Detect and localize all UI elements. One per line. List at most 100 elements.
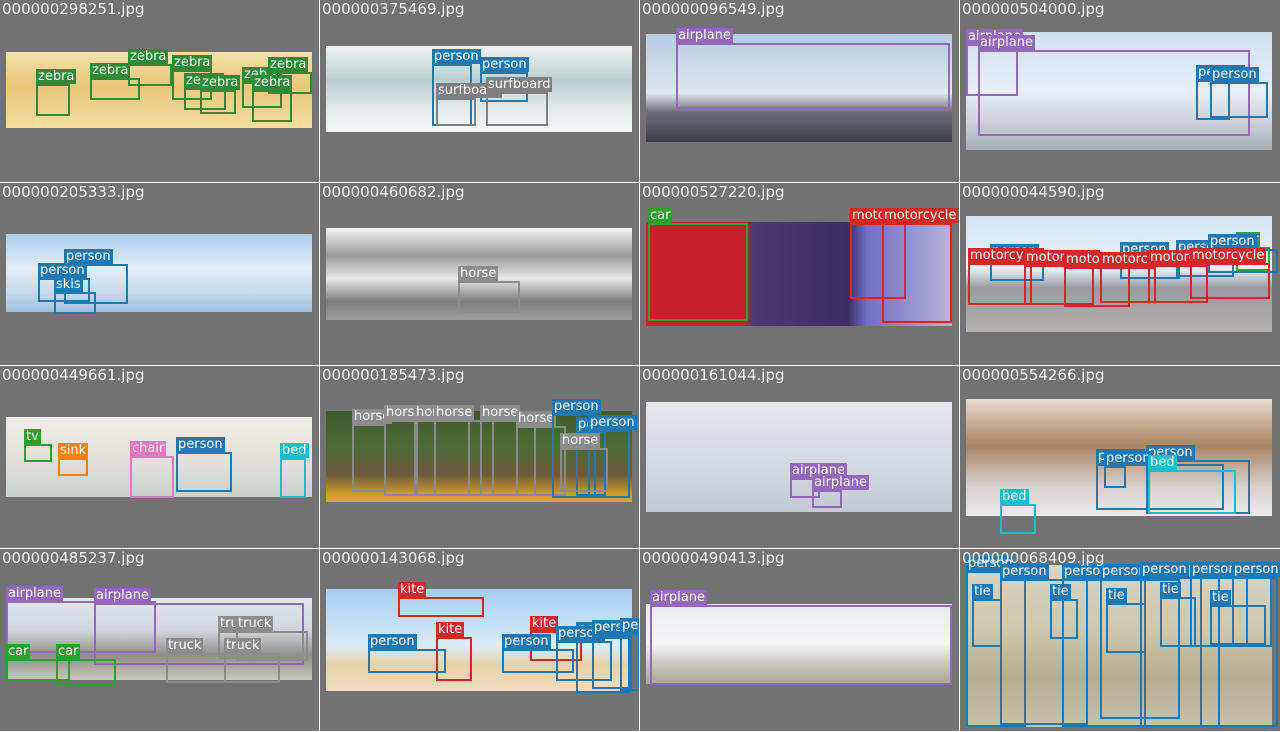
detection-label-airplane: airplane (94, 588, 151, 603)
detection-box-chair (130, 456, 174, 498)
detection-label-person: person (1208, 234, 1257, 249)
detection-label-kite: kite (436, 622, 465, 637)
detection-box-tie (1050, 599, 1078, 639)
mosaic-tile: airplane 000000490413.jpg (640, 549, 959, 731)
detection-label-car: car (6, 644, 31, 659)
detection-box-person (620, 633, 639, 691)
tile-filename: 000000143068.jpg (322, 549, 465, 567)
detection-box-tie (1210, 605, 1266, 645)
detection-box-bed (1148, 470, 1236, 514)
detection-box-airplane (650, 605, 952, 685)
detection-label-person: person (588, 415, 637, 430)
mosaic-tile: carmotorcyclemotorcycle000000527220.jpg (640, 183, 959, 365)
detection-label-skis: skis (54, 277, 83, 292)
detection-box-tie (1160, 597, 1196, 647)
detection-label-surfboard: surfboard (486, 77, 553, 92)
detection-label-bed: bed (1148, 455, 1177, 470)
detection-box-sink (58, 458, 88, 476)
tile-filename: 000000298251.jpg (2, 0, 145, 18)
tile-filename: 000000044590.jpg (962, 183, 1105, 201)
detection-label-person: person (1104, 451, 1153, 466)
mosaic-tile: personpersonpersonbedbed000000554266.jpg (960, 366, 1280, 548)
detection-label-tv: tv (24, 429, 41, 444)
detection-box-car (648, 223, 748, 321)
tile-filename: 000000460682.jpg (322, 183, 465, 201)
detection-label-tie: tie (1160, 582, 1181, 597)
detection-box-car (56, 659, 116, 685)
detection-label-kite: kite (398, 582, 427, 597)
detection-label-motorcycle: motorcycle (882, 208, 959, 223)
mosaic-tile: zebrazebrazebrazebrazebrazebrazebrazebra… (0, 0, 319, 182)
detection-label-zebra: zebra (200, 75, 241, 90)
detection-label-person: person (176, 437, 225, 452)
detection-box-person (176, 452, 232, 492)
tile-filename: 000000449661.jpg (2, 366, 145, 384)
tile-filename: 000000490413.jpg (642, 549, 785, 567)
mosaic-tile: kitekitekitepersonpersonpersonpersonpers… (320, 549, 639, 731)
detection-label-person: person (368, 634, 417, 649)
detection-box-truck (236, 631, 308, 661)
detection-label-person: person (1140, 562, 1189, 577)
detection-label-person: person (64, 249, 113, 264)
detection-box-person (1104, 466, 1126, 488)
mosaic-tile: airplane 000000096549.jpg (640, 0, 959, 182)
detection-box-motorcycle (968, 263, 1032, 305)
detection-box-tv (24, 444, 52, 462)
detection-box-zebra (252, 90, 292, 122)
tile-filename: 000000527220.jpg (642, 183, 785, 201)
detection-label-tie: tie (1210, 590, 1231, 605)
mosaic-tile: airplaneairplanepersonperson000000504000… (960, 0, 1280, 182)
detection-label-airplane: airplane (812, 475, 869, 490)
mosaic-tile: airplaneairplanetruckcarcartrucktrucktru… (0, 549, 319, 731)
detection-label-bed: bed (1000, 489, 1029, 504)
detection-box-horse (352, 424, 386, 492)
tile-filename: 000000554266.jpg (962, 366, 1105, 384)
detection-label-horse: horse (480, 405, 521, 420)
detection-label-zebra: zebra (36, 69, 77, 84)
detection-box-horse (560, 448, 608, 492)
detection-label-zebra: zebra (268, 57, 309, 72)
detection-box-zebra (36, 84, 70, 116)
mosaic-tile: person person surfboard surfboard 0000003754… (320, 0, 639, 182)
tile-filename: 000000485237.jpg (2, 549, 145, 567)
detection-label-zebra: zebra (172, 55, 213, 70)
detection-box-tie (972, 599, 1002, 647)
detection-box-horse (384, 420, 418, 496)
tile-filename: 000000205333.jpg (2, 183, 145, 201)
detection-label-horse: horse (516, 411, 557, 426)
tile-filename: 000000375469.jpg (322, 0, 465, 18)
detection-box-person (1210, 82, 1268, 118)
detection-label-person: person (502, 634, 551, 649)
detection-label-person: person (1210, 67, 1259, 82)
detection-label-person: person (1232, 562, 1280, 577)
tile-filename: 000000161044.jpg (642, 366, 785, 384)
detection-box-bed (1000, 504, 1036, 534)
detection-label-tie: tie (1106, 588, 1127, 603)
detection-label-truck: truck (236, 616, 274, 631)
detection-box-surfboard (436, 98, 476, 126)
detection-label-person: person (38, 263, 87, 278)
detection-box-airplane (812, 490, 842, 508)
detection-label-horse: horse (560, 433, 601, 448)
tile-filename: 000000185473.jpg (322, 366, 465, 384)
tile-filename: 000000504000.jpg (962, 0, 1105, 18)
detection-box-airplane (676, 43, 950, 109)
detection-label-person: person (480, 57, 529, 72)
detection-box-kite (398, 597, 484, 617)
detection-label-airplane: airplane (6, 586, 63, 601)
detection-label-car: car (648, 208, 673, 223)
detection-label-person: person (552, 399, 601, 414)
detection-label-bed: bed (280, 443, 309, 458)
detection-label-sink: sink (58, 443, 89, 458)
mosaic-tile: airplane airplane 000000161044.jpg (640, 366, 959, 548)
detection-label-airplane: airplane (676, 28, 733, 43)
detection-label-kite: kite (530, 616, 559, 631)
detection-box-bed (280, 458, 306, 498)
detection-label-tie: tie (972, 584, 993, 599)
detection-box-zebra (268, 72, 312, 94)
mosaic-tile: person person skis 000000205333.jpg (0, 183, 319, 365)
detection-box-horse (458, 281, 520, 313)
detection-label-horse: horse (434, 405, 475, 420)
mosaic-tile: person person person person person person pers… (960, 549, 1280, 731)
detection-label-airplane: airplane (650, 590, 707, 605)
